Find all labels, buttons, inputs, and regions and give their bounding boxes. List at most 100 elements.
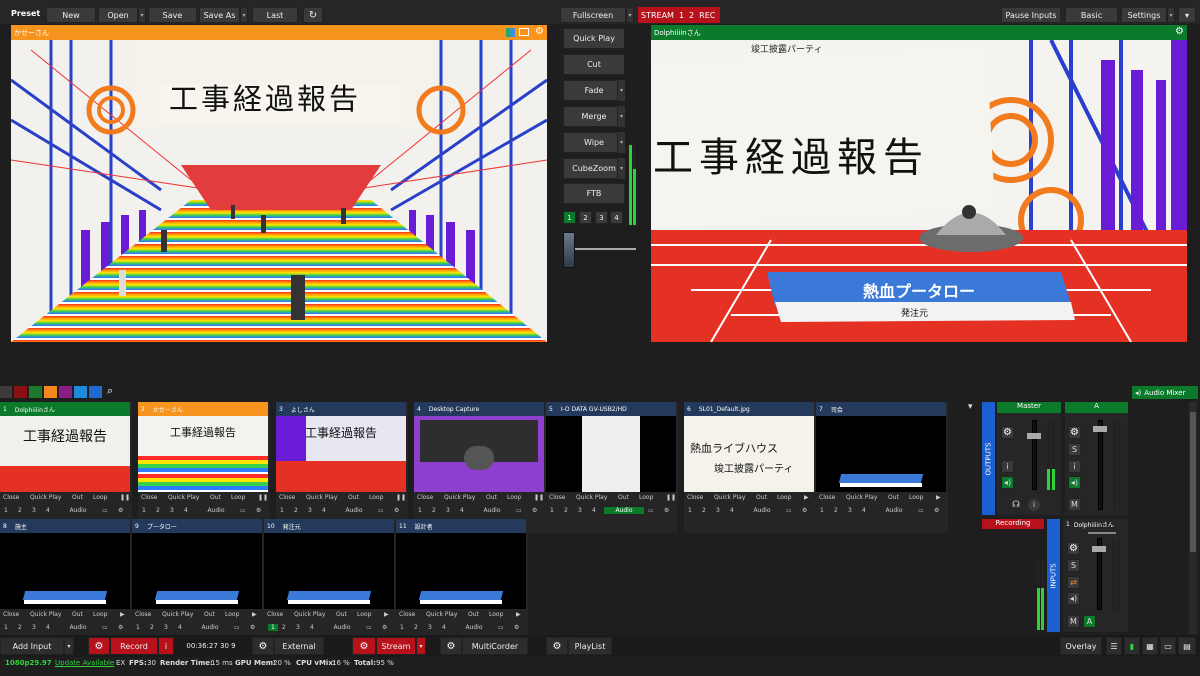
- layout-icon[interactable]: [519, 28, 529, 36]
- mixer-scrollbar-thumb[interactable]: [1190, 412, 1196, 552]
- settings-button[interactable]: Settings: [1121, 7, 1167, 23]
- bus-a-solo-button[interactable]: S: [1068, 443, 1081, 456]
- input-card-2[interactable]: 2 かせーさん 工事経過報告 Close Quick Play Out Loop …: [138, 402, 270, 533]
- gear-icon[interactable]: ⚙: [118, 624, 123, 631]
- input1-gear-button[interactable]: ⚙: [1067, 542, 1080, 555]
- loop-button[interactable]: Loop: [489, 611, 503, 618]
- close-button[interactable]: Close: [267, 611, 283, 618]
- input-card-header[interactable]: 7 司会: [816, 402, 946, 416]
- monitor-icon[interactable]: ▭: [786, 507, 792, 514]
- gear-icon[interactable]: ⚙: [514, 624, 519, 631]
- overlay-4-button[interactable]: 4: [862, 507, 866, 514]
- overlay-1-button[interactable]: 1: [418, 507, 422, 514]
- input-card-header[interactable]: 5 I-O DATA GV-USB2/HD: [546, 402, 676, 416]
- close-button[interactable]: Close: [3, 494, 19, 501]
- save-as-dropdown[interactable]: ▾: [240, 7, 248, 23]
- close-button[interactable]: Close: [135, 611, 151, 618]
- gear-icon[interactable]: ⚙: [532, 507, 537, 514]
- loop-button[interactable]: Loop: [231, 494, 245, 501]
- wipe-button[interactable]: Wipe: [563, 132, 625, 153]
- input-thumbnail[interactable]: 工事経過報告: [276, 416, 406, 492]
- overlay-3-button[interactable]: 3: [32, 624, 36, 631]
- gear-icon[interactable]: ⚙: [256, 507, 261, 514]
- close-button[interactable]: Close: [3, 611, 19, 618]
- overlay-3-button[interactable]: 3: [170, 507, 174, 514]
- play-icon[interactable]: ▶: [252, 611, 257, 618]
- loop-button[interactable]: Loop: [369, 494, 383, 501]
- window-menu-button[interactable]: ▾: [1178, 7, 1196, 23]
- preview-video[interactable]: 工事経過報告: [11, 40, 547, 342]
- master-fader[interactable]: [1032, 420, 1037, 490]
- audio-button[interactable]: Audio: [196, 507, 236, 514]
- input-thumbnail[interactable]: [546, 416, 676, 492]
- monitor-icon[interactable]: ▭: [918, 507, 924, 514]
- search-icon[interactable]: ⌕: [107, 384, 113, 398]
- input-card-5[interactable]: 5 I-O DATA GV-USB2/HD Close Quick Play Ou…: [546, 402, 678, 533]
- input-card-header[interactable]: 4 Desktop Capture: [414, 402, 544, 416]
- out-button[interactable]: Out: [756, 494, 767, 501]
- cut-button[interactable]: Cut: [563, 54, 625, 75]
- gear-icon[interactable]: ⚙: [118, 507, 123, 514]
- input-card-header[interactable]: 11 設計者: [396, 519, 526, 533]
- record-button[interactable]: Record: [110, 637, 158, 655]
- play-icon[interactable]: ❚❚: [396, 494, 406, 501]
- monitor-icon[interactable]: ▭: [102, 507, 108, 514]
- filter-red[interactable]: [14, 386, 27, 398]
- bus-a-fader-knob[interactable]: [1093, 426, 1107, 432]
- transition-num-1[interactable]: 1: [563, 211, 576, 224]
- out-button[interactable]: Out: [204, 611, 215, 618]
- solo-info-icon[interactable]: i: [1028, 499, 1040, 511]
- overlay-1-button[interactable]: 1: [4, 507, 8, 514]
- layout-view-button[interactable]: ▤: [1178, 637, 1196, 655]
- overlay-2-button[interactable]: 2: [564, 507, 568, 514]
- overlay-1-button[interactable]: 1: [4, 624, 8, 631]
- new-button[interactable]: New: [46, 7, 96, 23]
- filter-purple[interactable]: [59, 386, 72, 398]
- t-bar-handle[interactable]: [563, 232, 575, 268]
- monitor-icon[interactable]: ▭: [648, 507, 654, 514]
- quick-play-button[interactable]: Quick Play: [444, 494, 475, 501]
- out-button[interactable]: Out: [72, 611, 83, 618]
- input1-fader-knob[interactable]: [1092, 546, 1106, 552]
- quick-play-button[interactable]: Quick Play: [30, 494, 61, 501]
- gear-icon[interactable]: ⚙: [394, 507, 399, 514]
- overlay-4-button[interactable]: 4: [46, 624, 50, 631]
- audio-button[interactable]: Audio: [190, 624, 230, 631]
- out-button[interactable]: Out: [336, 611, 347, 618]
- overlay-2-button[interactable]: 2: [702, 507, 706, 514]
- loop-button[interactable]: Loop: [357, 611, 371, 618]
- overlay-4-button[interactable]: 4: [310, 624, 314, 631]
- input-card-11[interactable]: 11 設計者 Close Quick Play Out Loop ▶ 1 2 3 …: [396, 519, 528, 650]
- quick-play-button[interactable]: Quick Play: [426, 611, 457, 618]
- playlist-gear-button[interactable]: ⚙: [546, 637, 568, 655]
- audio-button[interactable]: Audio: [604, 507, 644, 514]
- play-icon[interactable]: ▶: [516, 611, 521, 618]
- loop-button[interactable]: Loop: [93, 494, 107, 501]
- input-thumbnail[interactable]: [396, 533, 526, 609]
- add-input-dropdown[interactable]: ▾: [64, 637, 74, 655]
- add-input-button[interactable]: Add Input: [0, 637, 64, 655]
- output-gear-icon[interactable]: ⚙: [1175, 26, 1184, 37]
- quick-play-button[interactable]: Quick Play: [714, 494, 745, 501]
- master-fader-knob[interactable]: [1027, 433, 1041, 439]
- close-button[interactable]: Close: [141, 494, 157, 501]
- input-card-header[interactable]: 8 施主: [0, 519, 130, 533]
- multicorder-gear-button[interactable]: ⚙: [440, 637, 462, 655]
- overlay-1-button[interactable]: 1: [268, 624, 278, 631]
- audio-button[interactable]: Audio: [58, 507, 98, 514]
- overlay-1-button[interactable]: 1: [136, 624, 140, 631]
- play-icon[interactable]: ❚❚: [258, 494, 268, 501]
- input-card-header[interactable]: 6 SL01_Default.jpg: [684, 402, 814, 416]
- out-button[interactable]: Out: [72, 494, 83, 501]
- gear-icon[interactable]: ⚙: [382, 624, 387, 631]
- bus-a-m-button[interactable]: M: [1068, 498, 1081, 511]
- overlay-3-button[interactable]: 3: [578, 507, 582, 514]
- input-card-header[interactable]: 1 Dolphiiiinさん: [0, 402, 130, 416]
- basic-button[interactable]: Basic: [1065, 7, 1118, 23]
- quick-play-button[interactable]: Quick Play: [168, 494, 199, 501]
- overlay-3-button[interactable]: 3: [428, 624, 432, 631]
- monitor-icon[interactable]: ▭: [498, 624, 504, 631]
- meters-view-button[interactable]: ▮: [1124, 637, 1140, 655]
- input-card-10[interactable]: 10 発注元 Close Quick Play Out Loop ▶ 1 2 3 …: [264, 519, 396, 650]
- out-button[interactable]: Out: [210, 494, 221, 501]
